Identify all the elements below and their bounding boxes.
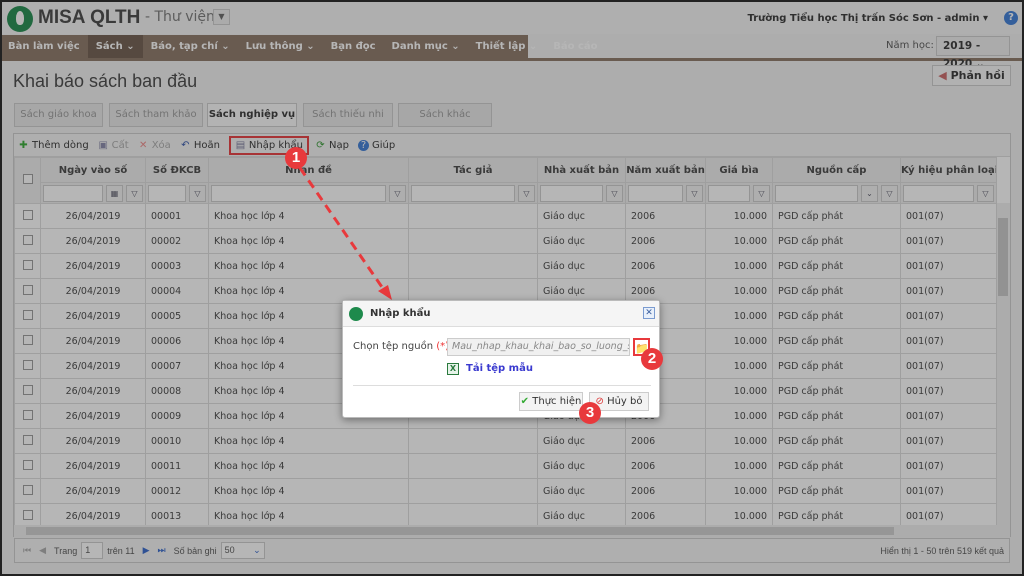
screen-frame [0, 0, 1024, 576]
